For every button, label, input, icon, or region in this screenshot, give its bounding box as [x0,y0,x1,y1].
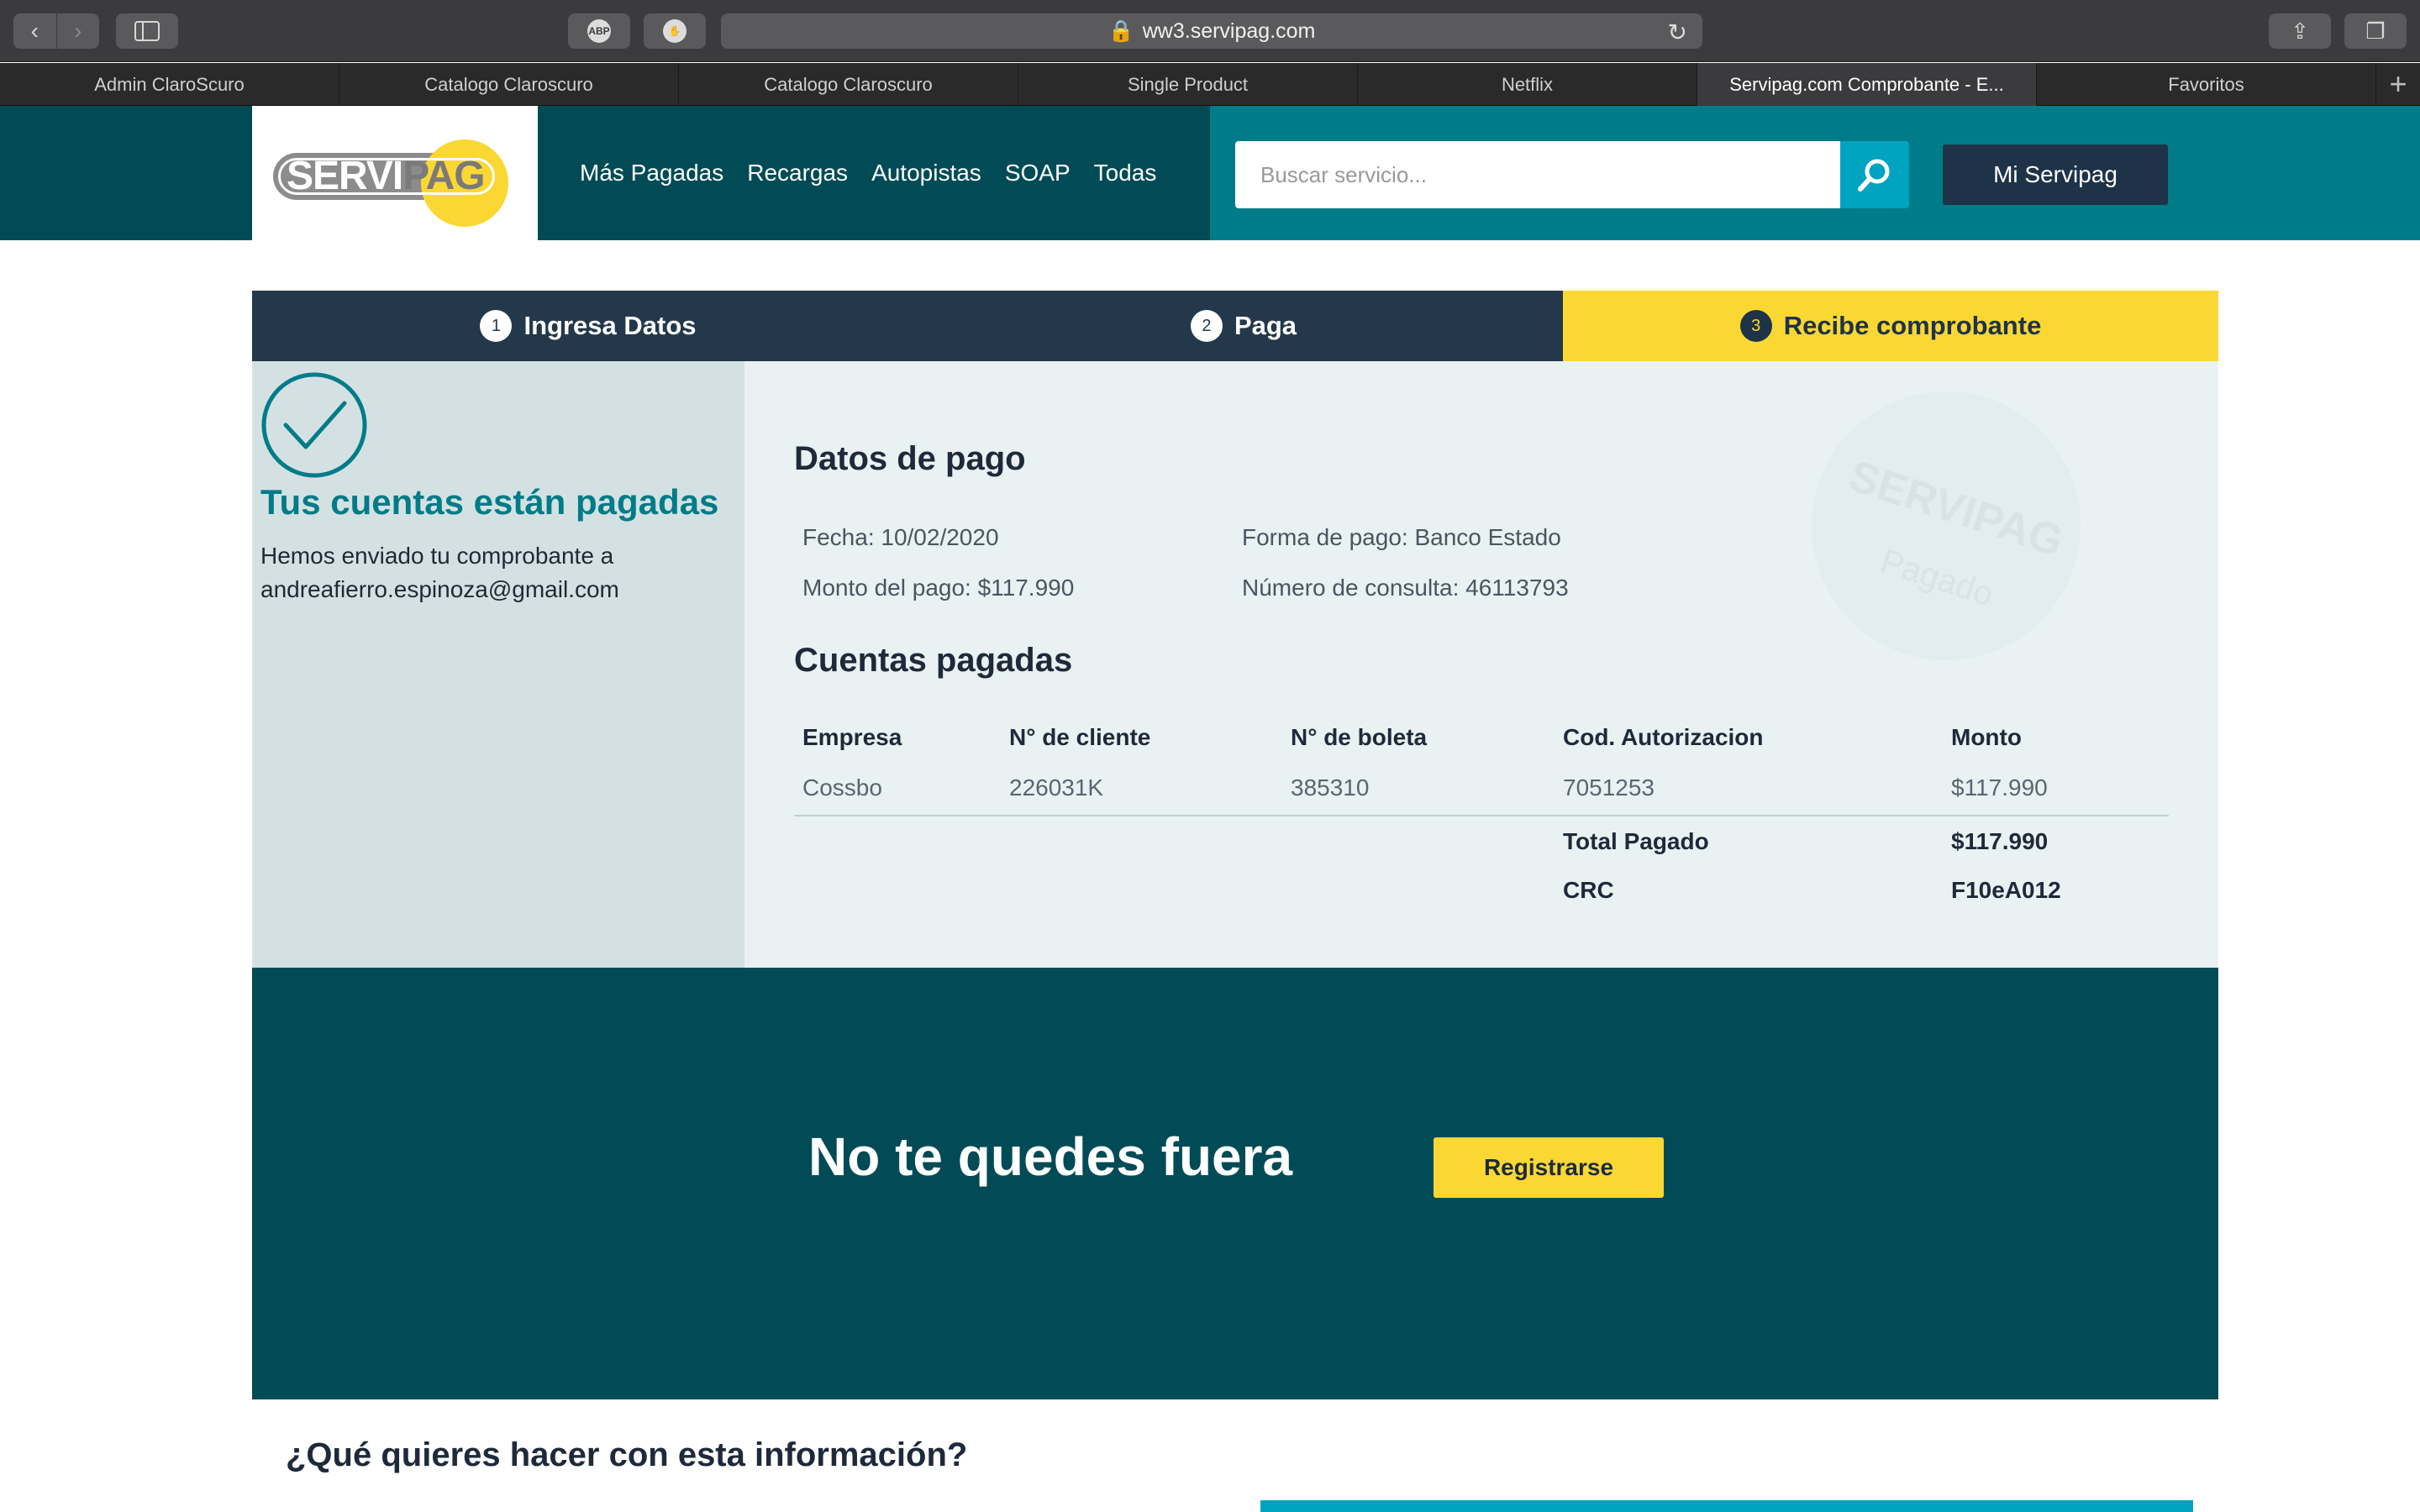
tab-single-product[interactable]: Single Product [1018,63,1358,106]
column-header-cliente: N° de cliente [1009,724,1151,750]
lock-icon: 🔒 [1107,18,1134,43]
promo-title: No te quedes fuera [808,1126,1293,1187]
sidebar-toggle-icon[interactable] [116,13,178,49]
tab-bar: Admin ClaroScuro Catalogo Claroscuro Cat… [0,63,2420,106]
payment-method: Forma de pago: Banco Estado [1242,524,1561,550]
receipt-sent-message: Hemos enviado tu comprobante a andreafie… [260,539,619,606]
tab-admin-claroscuro[interactable]: Admin ClaroScuro [0,63,339,106]
history-nav: ‹ › [13,13,99,49]
table-divider [794,815,2169,816]
progress-steps: 1 Ingresa Datos 2 Paga 3 Recibe comproba… [252,291,2218,361]
register-promo-banner: No te quedes fuera Registrarse [252,968,2218,1399]
total-label: Total Pagado [1563,828,1709,854]
servipag-logo[interactable]: SERVIPAG [252,106,538,240]
step-label: Recibe comprobante [1783,311,2042,340]
search-button[interactable] [1840,141,1909,208]
payment-details-panel: SERVIPAG Pagado Datos de pago Fecha: 10/… [744,361,2218,968]
receipt-email: andreafierro.espinoza@gmail.com [260,576,619,602]
tab-favoritos[interactable]: Favoritos [2037,63,2376,106]
total-value: $117.990 [1951,828,2049,854]
table-cell-monto: $117.990 [1951,774,2048,801]
search-icon [1858,159,1890,192]
payment-success-panel: Tus cuentas están pagadas Hemos enviado … [252,361,744,968]
table-cell-empresa: Cossbo [802,774,882,801]
paid-stamp-watermark: SERVIPAG Pagado [1812,391,2081,660]
site-header: SERVIPAG Más Pagadas Recargas Autopistas… [0,106,2420,240]
payment-date: Fecha: 10/02/2020 [802,524,999,550]
step-number: 2 [1190,310,1223,342]
forward-icon[interactable]: › [55,13,100,49]
paid-title: Tus cuentas están pagadas [260,482,719,522]
reload-icon[interactable]: ↻ [1668,18,1687,46]
adblock-extension-icon[interactable]: ABP [568,13,630,49]
check-circle-icon [261,372,367,478]
tab-servipag[interactable]: Servipag.com Comprobante - E... [1697,63,2037,106]
logo-text-servi: SERVI [287,154,403,198]
table-cell-autorizacion: 7051253 [1563,774,1655,801]
main-nav: Más Pagadas Recargas Autopistas SOAP Tod… [580,106,1156,240]
browser-toolbar: ‹ › ABP ✋ 🔒 ww3.servipag.com ↻ ⇪ ❐ [0,0,2420,62]
step-ingresa-datos: 1 Ingresa Datos [252,291,924,361]
column-header-monto: Monto [1951,724,2022,750]
back-icon[interactable]: ‹ [13,13,56,49]
privacy-extension-icon[interactable]: ✋ [644,13,706,49]
query-number: Número de consulta: 46113793 [1242,575,1569,601]
nav-soap[interactable]: SOAP [1005,160,1071,186]
step-paga: 2 Paga [924,291,1563,361]
nav-recargas[interactable]: Recargas [747,160,848,186]
nav-mas-pagadas[interactable]: Más Pagadas [580,160,723,186]
next-actions-heading: ¿Qué quieres hacer con esta información? [286,1436,968,1473]
step-recibe-comprobante: 3 Recibe comprobante [1563,291,2218,361]
table-cell-boleta: 385310 [1291,774,1370,801]
crc-label: CRC [1563,877,1614,903]
action-panel-edge [1260,1500,2193,1512]
search-input[interactable] [1235,141,1840,208]
address-bar[interactable]: 🔒 ww3.servipag.com ↻ [721,13,1702,49]
payment-amount: Monto del pago: $117.990 [802,575,1075,601]
step-label: Paga [1234,311,1297,340]
mi-servipag-button[interactable]: Mi Servipag [1943,144,2168,205]
column-header-empresa: Empresa [802,724,902,750]
payment-data-heading: Datos de pago [794,440,1026,477]
tab-catalogo-1[interactable]: Catalogo Claroscuro [339,63,679,106]
crc-value: F10eA012 [1951,877,2061,903]
column-header-autorizacion: Cod. Autorizacion [1563,724,1764,750]
tab-netflix[interactable]: Netflix [1358,63,1697,106]
table-cell-cliente: 226031K [1009,774,1104,801]
step-label: Ingresa Datos [523,311,697,340]
register-button[interactable]: Registrarse [1434,1137,1664,1198]
step-number: 1 [480,310,513,342]
url-text: ww3.servipag.com [1142,18,1316,43]
new-tab-icon[interactable]: + [2376,63,2420,105]
share-icon[interactable]: ⇪ [2269,13,2331,49]
tab-catalogo-2[interactable]: Catalogo Claroscuro [679,63,1018,106]
tabs-overview-icon[interactable]: ❐ [2344,13,2407,49]
step-number: 3 [1739,310,1772,342]
nav-autopistas[interactable]: Autopistas [871,160,981,186]
paid-accounts-heading: Cuentas pagadas [794,642,1073,679]
nav-todas[interactable]: Todas [1094,160,1157,186]
logo-text-pag: PAG [402,154,485,198]
column-header-boleta: N° de boleta [1291,724,1428,750]
